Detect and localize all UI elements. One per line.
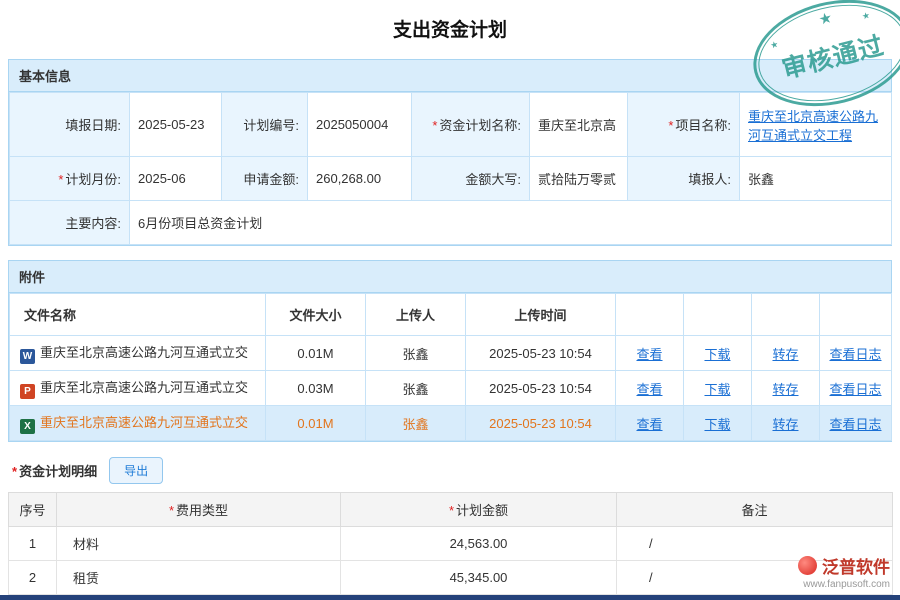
attachment-file-name: 重庆至北京高速公路九河互通式立交	[40, 345, 248, 360]
report-date-value: 2025-05-23	[130, 93, 222, 157]
fund-plan-name-label: *资金计划名称:	[412, 93, 530, 157]
row-index: 2	[9, 561, 57, 595]
view-link[interactable]: 查看	[636, 382, 662, 397]
attachment-upload-time: 2025-05-23 10:54	[466, 406, 616, 441]
download-link[interactable]: 下载	[704, 417, 730, 432]
attachment-file-name-cell: W 重庆至北京高速公路九河互通式立交	[10, 336, 266, 371]
reporter-value: 张鑫	[740, 157, 892, 201]
attachment-row: P 重庆至北京高速公路九河互通式立交 0.03M 张鑫 2025-05-23 10…	[10, 371, 892, 406]
col-upload-time: 上传时间	[466, 294, 616, 336]
brand-logo-icon	[798, 556, 817, 575]
attachment-file-name: 重庆至北京高速公路九河互通式立交	[40, 415, 248, 430]
details-table: 序号 *费用类型 *计划金额 备注 1 材料 24,563.00 / 2 租赁 …	[8, 492, 893, 595]
download-link[interactable]: 下载	[704, 382, 730, 397]
details-row: 1 材料 24,563.00 /	[9, 527, 893, 561]
view-log-link[interactable]: 查看日志	[829, 382, 881, 397]
basic-info-header: 基本信息	[9, 60, 891, 92]
word-file-icon: W	[20, 349, 35, 364]
view-link[interactable]: 查看	[636, 417, 662, 432]
powerpoint-file-icon: P	[20, 384, 35, 399]
attachment-row-selected: X 重庆至北京高速公路九河互通式立交 0.01M 张鑫 2025-05-23 10…	[10, 406, 892, 441]
attachments-section: 附件 文件名称 文件大小 上传人 上传时间 W 重庆至北京高速公路九河互通式立交 …	[8, 260, 892, 442]
col-plan-amount: *计划金额	[341, 493, 617, 527]
attachment-upload-time: 2025-05-23 10:54	[466, 336, 616, 371]
attachment-uploader: 张鑫	[366, 371, 466, 406]
apply-amount-label: 申请金额:	[222, 157, 308, 201]
basic-info-table: 填报日期: 2025-05-23 计划编号: 2025050004 *资金计划名…	[9, 92, 892, 245]
brand-name: 泛普软件	[822, 553, 890, 578]
attachment-file-size: 0.03M	[266, 371, 366, 406]
attachment-uploader: 张鑫	[366, 336, 466, 371]
details-header-row: 序号 *费用类型 *计划金额 备注	[9, 493, 893, 527]
plan-month-value: 2025-06	[130, 157, 222, 201]
transfer-link[interactable]: 转存	[772, 382, 798, 397]
attachment-upload-time: 2025-05-23 10:54	[466, 371, 616, 406]
plan-month-label: *计划月份:	[10, 157, 130, 201]
project-name-label: *项目名称:	[628, 93, 740, 157]
amount-caps-label: 金额大写:	[412, 157, 530, 201]
col-action-1	[616, 294, 684, 336]
project-name-link[interactable]: 重庆至北京高速公路九河互通式立交工程	[748, 109, 878, 143]
plan-no-label: 计划编号:	[222, 93, 308, 157]
attachments-header-row: 文件名称 文件大小 上传人 上传时间	[10, 294, 892, 336]
project-name-cell: 重庆至北京高速公路九河互通式立交工程	[740, 93, 892, 157]
col-action-4	[820, 294, 892, 336]
attachment-file-name-cell: P 重庆至北京高速公路九河互通式立交	[10, 371, 266, 406]
attachment-uploader: 张鑫	[366, 406, 466, 441]
col-uploader: 上传人	[366, 294, 466, 336]
export-button[interactable]: 导出	[109, 457, 163, 484]
view-log-link[interactable]: 查看日志	[829, 417, 881, 432]
details-title: *资金计划明细	[12, 461, 97, 480]
col-file-size: 文件大小	[266, 294, 366, 336]
attachment-file-size: 0.01M	[266, 406, 366, 441]
row-index: 1	[9, 527, 57, 561]
download-link[interactable]: 下载	[704, 347, 730, 362]
brand-footer: 泛普软件 www.fanpusoft.com	[798, 553, 890, 590]
report-date-label: 填报日期:	[10, 93, 130, 157]
main-content-value: 6月份项目总资金计划	[130, 201, 892, 245]
page-title: 支出资金计划	[0, 0, 900, 59]
transfer-link[interactable]: 转存	[772, 347, 798, 362]
view-log-link[interactable]: 查看日志	[829, 347, 881, 362]
excel-file-icon: X	[20, 419, 35, 434]
attachment-row: W 重庆至北京高速公路九河互通式立交 0.01M 张鑫 2025-05-23 10…	[10, 336, 892, 371]
brand-url: www.fanpusoft.com	[798, 579, 890, 590]
amount-caps-value: 贰拾陆万零贰	[530, 157, 628, 201]
details-row: 2 租赁 45,345.00 /	[9, 561, 893, 595]
col-action-2	[684, 294, 752, 336]
row-cost-type: 材料	[57, 527, 341, 561]
main-content-label: 主要内容:	[10, 201, 130, 245]
row-cost-type: 租赁	[57, 561, 341, 595]
transfer-link[interactable]: 转存	[772, 417, 798, 432]
col-cost-type: *费用类型	[57, 493, 341, 527]
col-action-3	[752, 294, 820, 336]
col-file-name: 文件名称	[10, 294, 266, 336]
attachments-header: 附件	[9, 261, 891, 293]
reporter-label: 填报人:	[628, 157, 740, 201]
row-plan-amount: 24,563.00	[341, 527, 617, 561]
apply-amount-value: 260,268.00	[308, 157, 412, 201]
attachments-table: 文件名称 文件大小 上传人 上传时间 W 重庆至北京高速公路九河互通式立交 0.0…	[9, 293, 892, 441]
view-link[interactable]: 查看	[636, 347, 662, 362]
attachment-file-size: 0.01M	[266, 336, 366, 371]
row-plan-amount: 45,345.00	[341, 561, 617, 595]
bottom-bar	[0, 595, 900, 600]
attachment-file-name: 重庆至北京高速公路九河互通式立交	[40, 380, 248, 395]
col-index: 序号	[9, 493, 57, 527]
col-remark: 备注	[617, 493, 893, 527]
details-title-bar: *资金计划明细 导出	[12, 456, 892, 484]
attachment-file-name-cell: X 重庆至北京高速公路九河互通式立交	[10, 406, 266, 441]
plan-no-value: 2025050004	[308, 93, 412, 157]
basic-info-section: 基本信息 填报日期: 2025-05-23 计划编号: 2025050004 *…	[8, 59, 892, 246]
fund-plan-name-value: 重庆至北京高	[530, 93, 628, 157]
